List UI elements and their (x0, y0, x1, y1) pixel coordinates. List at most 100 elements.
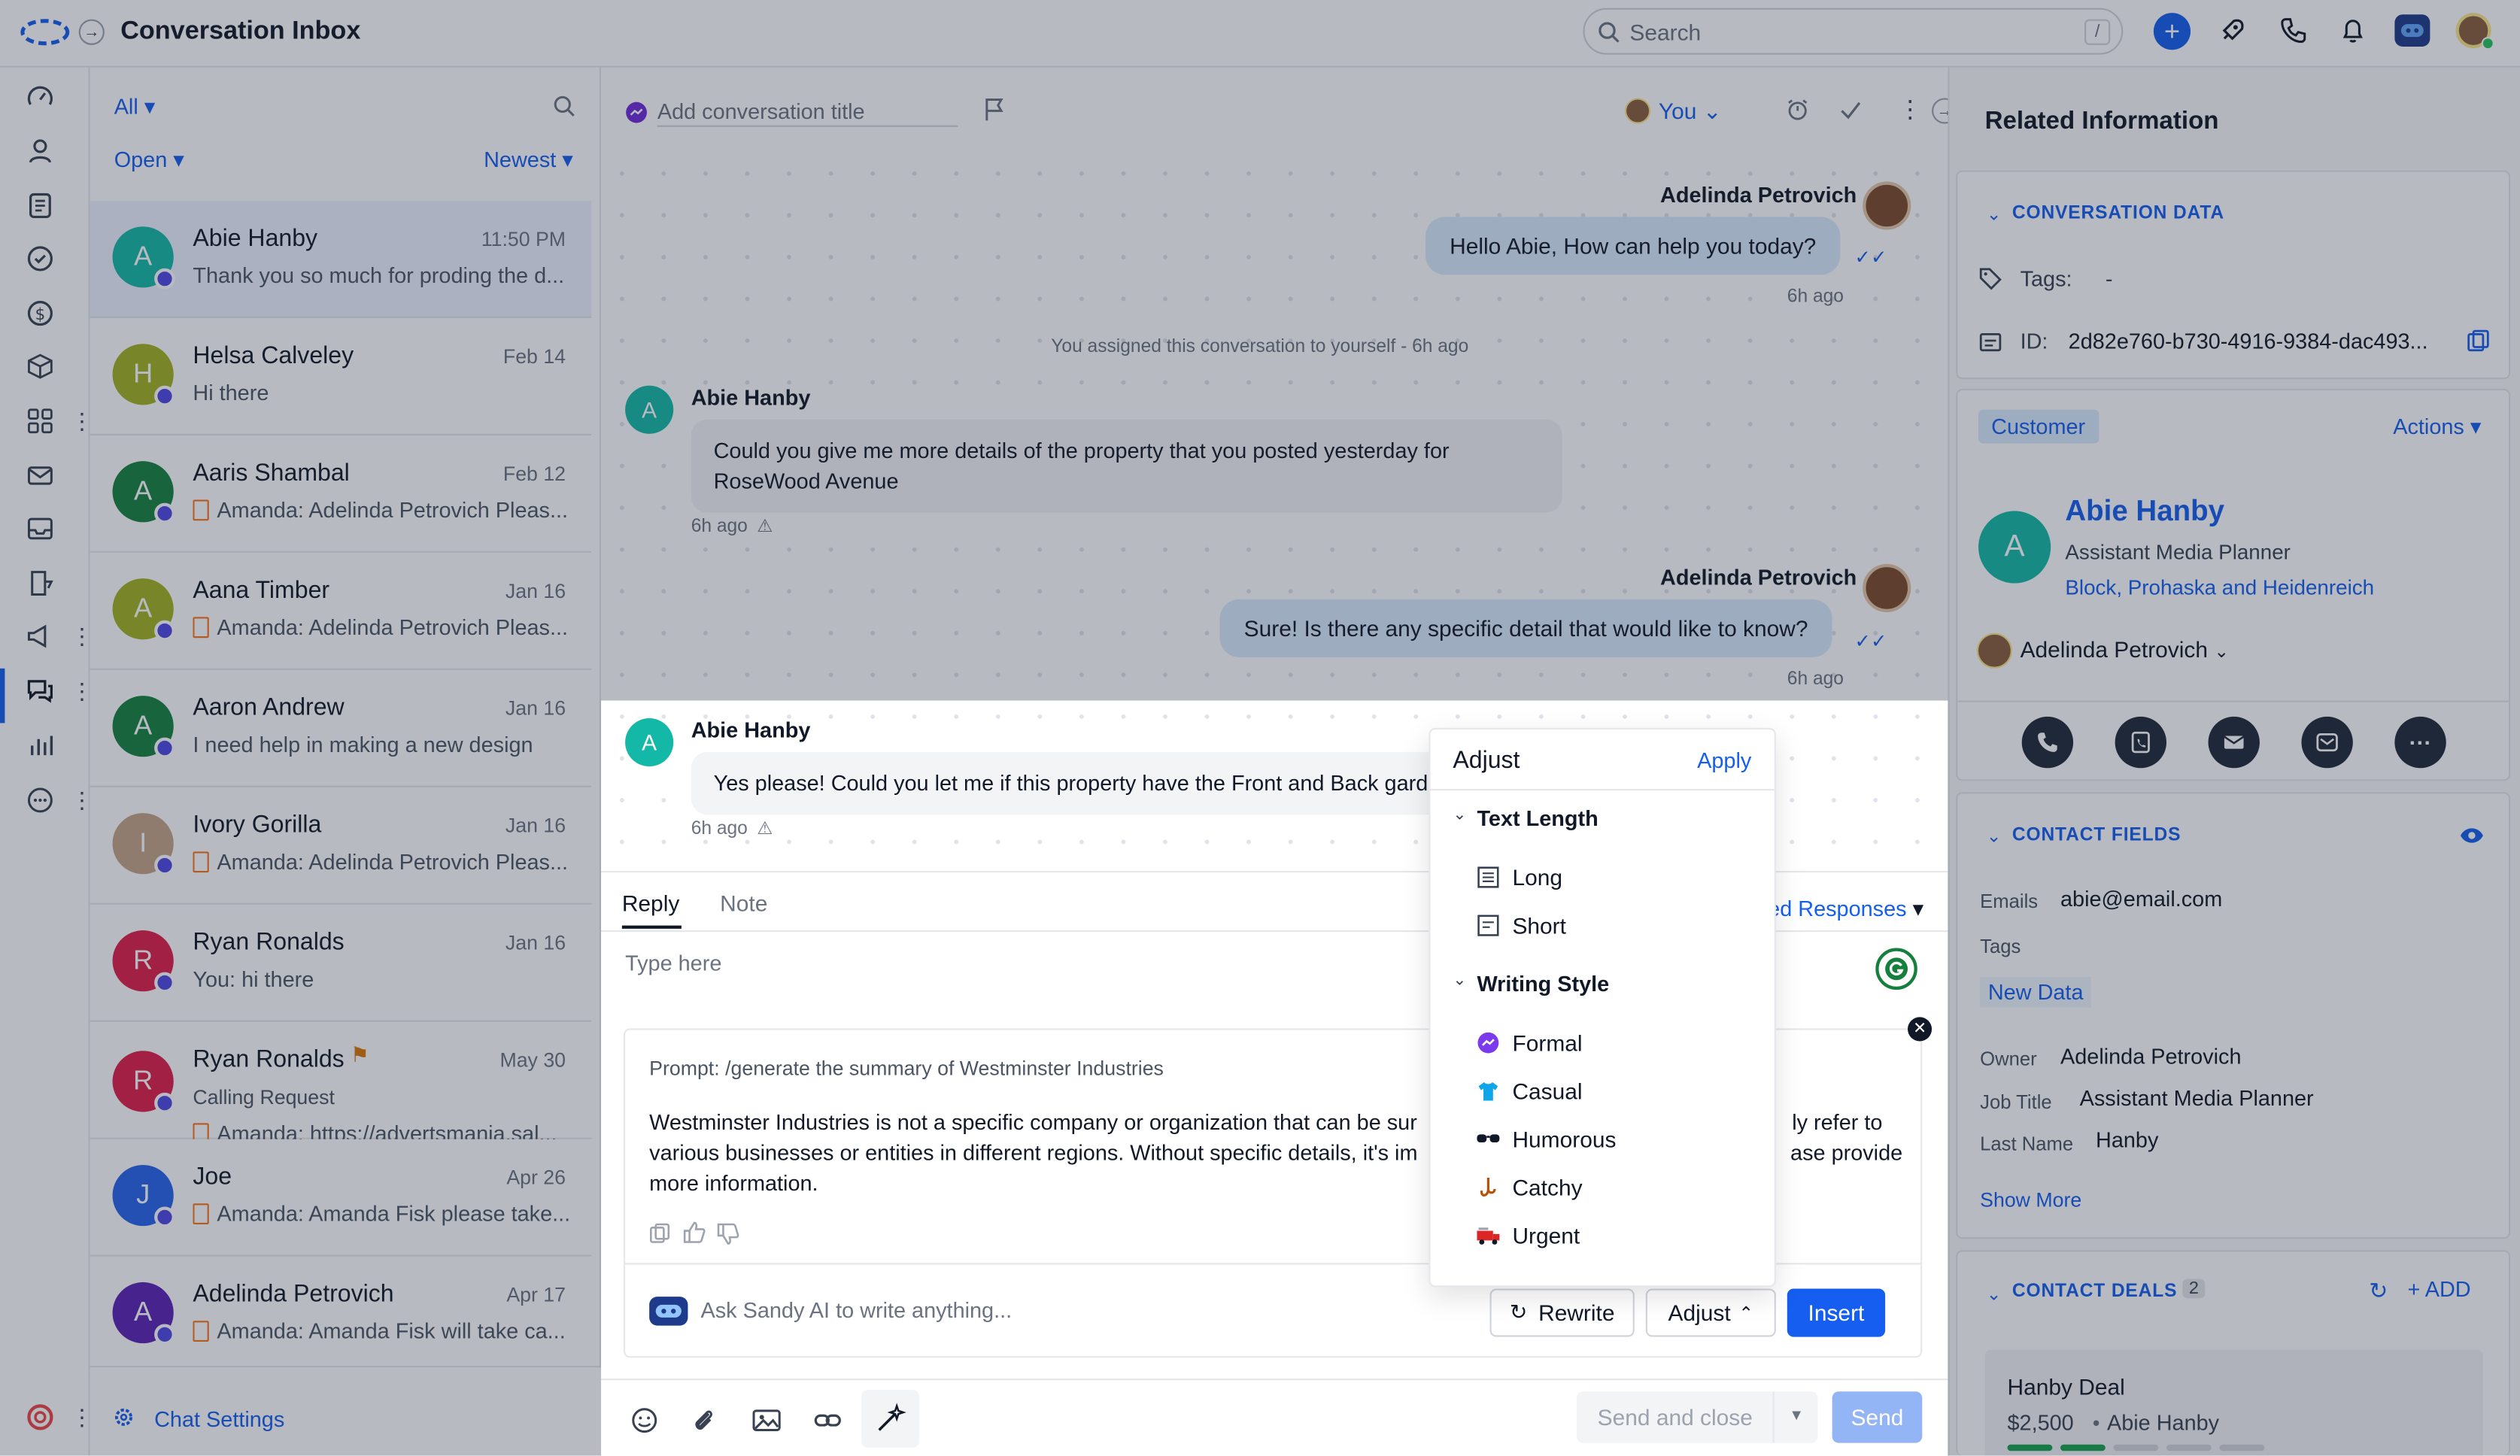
active-tab-underline (621, 925, 682, 929)
expand-arrow-icon[interactable]: → (78, 19, 105, 45)
contact-company[interactable]: Block, Prohaska and Heidenreich (2065, 575, 2374, 599)
rewrite-button[interactable]: ↻ Rewrite (1489, 1288, 1635, 1337)
snooze-icon[interactable] (1786, 98, 1810, 122)
thumbs-up-icon[interactable] (683, 1221, 706, 1244)
help-icon[interactable] (26, 1403, 58, 1435)
phone-icon[interactable] (2279, 16, 2308, 44)
forms-icon[interactable] (26, 569, 58, 601)
app-logo-icon[interactable] (20, 16, 71, 48)
more-actions-icon[interactable]: ··· (2394, 716, 2446, 769)
responses-dropdown[interactable]: ed Responses ▾ (1768, 896, 1923, 922)
show-more-link[interactable]: Show More (1980, 1189, 2081, 1212)
add-deal-button[interactable]: + ADD (2407, 1278, 2470, 1302)
campaigns-icon[interactable] (26, 622, 58, 654)
message-input[interactable]: Type here (625, 951, 721, 975)
conversation-more-icon[interactable]: ⋮ (1898, 95, 1922, 123)
filter-all-dropdown[interactable]: All ▾ (114, 95, 156, 120)
copy-id-icon[interactable] (2467, 329, 2490, 352)
thumbs-down-icon[interactable] (717, 1223, 739, 1245)
dashboard-icon[interactable] (26, 83, 58, 116)
reports-icon[interactable] (26, 731, 58, 763)
send-button[interactable]: Send (1832, 1391, 1923, 1443)
conversation-item[interactable]: A Aaron Andrew Jan 16 I need help in making… (90, 669, 592, 787)
call-icon[interactable] (2021, 716, 2074, 769)
apps-icon[interactable] (26, 407, 58, 439)
collapse-chevron-icon[interactable]: ⌄ (1453, 972, 1466, 990)
adjust-button[interactable]: Adjust ⌃ (1645, 1288, 1776, 1337)
deal-card[interactable]: Hanby Deal $2,500 • Abie Hanby (1984, 1349, 2483, 1456)
grammarly-icon[interactable] (1875, 948, 1917, 990)
add-icon[interactable]: + (2153, 13, 2191, 50)
emoji-icon[interactable] (630, 1406, 659, 1434)
conversation-item[interactable]: A Abie Hanby 11:50 PM Thank you so much for… (90, 201, 592, 319)
mail-icon[interactable] (26, 461, 58, 493)
ai-magic-wand-icon[interactable] (861, 1390, 920, 1448)
refresh-icon[interactable]: ↻ (2369, 1278, 2388, 1305)
chat-settings-bar[interactable]: Chat Settings (90, 1366, 602, 1456)
call-log-icon[interactable] (2115, 716, 2167, 769)
assignee-dropdown[interactable]: You ⌄ (1659, 98, 1722, 125)
conversation-item[interactable]: A Aaris Shambal Feb 12 Amanda: Adelinda Pet… (90, 435, 592, 553)
filter-open-dropdown[interactable]: Open ▾ (114, 148, 184, 174)
conversation-item[interactable]: A Aana Timber Jan 16 Amanda: Adelinda Petro… (90, 552, 592, 670)
conversations-icon[interactable] (26, 676, 58, 708)
option-catchy[interactable]: Catchy (1475, 1175, 1583, 1200)
send-options-chevron-icon[interactable]: ▾ (1792, 1404, 1801, 1425)
owner-dropdown[interactable]: Adelinda Petrovich ⌄ (2021, 636, 2229, 662)
channel-badge-icon (154, 1324, 175, 1345)
collapse-chevron-icon[interactable]: ⌄ (1987, 1284, 2002, 1305)
note-icon (193, 851, 209, 873)
option-short[interactable]: Short (1475, 913, 1566, 939)
conversation-item[interactable]: R Ryan Ronalds Jan 16 You: hi there (90, 904, 592, 1022)
responses-label: ed Responses (1768, 896, 1907, 921)
conversation-title-input[interactable]: Add conversation title (657, 99, 958, 127)
option-humorous[interactable]: Humorous (1475, 1127, 1616, 1152)
tasks-icon[interactable] (26, 244, 58, 277)
apply-button[interactable]: Apply (1697, 749, 1751, 773)
attachment-icon[interactable] (690, 1406, 718, 1434)
close-ai-card-icon[interactable]: ✕ (1908, 1017, 1933, 1042)
bell-icon[interactable] (2339, 16, 2367, 44)
ask-ai-input[interactable]: Ask Sandy AI to write anything... (701, 1298, 1013, 1322)
link-icon[interactable] (813, 1406, 842, 1434)
conversation-item[interactable]: R Ryan Ronalds ⚑ May 30 Calling Request Amand… (90, 1021, 592, 1145)
search-input[interactable]: Search / (1583, 8, 2124, 55)
copy-icon[interactable] (649, 1223, 670, 1244)
notes-icon[interactable] (26, 191, 58, 223)
collapse-chevron-icon[interactable]: ⌄ (1987, 204, 2002, 225)
option-casual[interactable]: Casual (1475, 1078, 1583, 1104)
conversation-item[interactable]: J Joe Apr 26 Amanda: Amanda Fisk please tak… (90, 1139, 592, 1257)
resolve-check-icon[interactable] (1838, 98, 1863, 122)
hook-icon (1475, 1175, 1501, 1200)
inbox-icon[interactable] (26, 514, 58, 547)
option-formal[interactable]: Formal (1475, 1030, 1583, 1056)
eye-icon[interactable] (2459, 826, 2485, 845)
list-search-icon[interactable] (553, 95, 575, 117)
actions-label: Actions (2393, 414, 2464, 439)
actions-dropdown[interactable]: Actions ▾ (2393, 414, 2481, 440)
chat-settings-link: Chat Settings (154, 1407, 285, 1432)
flag-icon[interactable] (984, 96, 1006, 122)
contact-name[interactable]: Abie Hanby (2065, 495, 2224, 529)
conversation-item[interactable]: H Helsa Calveley Feb 14 Hi there (90, 318, 592, 435)
tab-note[interactable]: Note (720, 890, 767, 916)
more-apps-icon[interactable] (26, 786, 58, 818)
collapse-chevron-icon[interactable]: ⌄ (1987, 826, 2002, 847)
contacts-icon[interactable] (26, 137, 58, 169)
message-icon[interactable] (2301, 716, 2353, 769)
insert-button[interactable]: Insert (1787, 1288, 1886, 1337)
option-urgent[interactable]: Urgent (1475, 1223, 1580, 1248)
email-icon[interactable] (2208, 716, 2260, 769)
conversation-item[interactable]: I Ivory Gorilla Jan 16 Amanda: Adelinda Pet… (90, 787, 592, 905)
send-and-close-button[interactable]: Send and close ▾ (1576, 1391, 1818, 1443)
products-icon[interactable] (26, 352, 58, 384)
sort-dropdown[interactable]: Newest ▾ (484, 148, 573, 174)
collapse-chevron-icon[interactable]: ⌄ (1453, 807, 1466, 825)
option-long[interactable]: Long (1475, 864, 1562, 890)
image-icon[interactable] (751, 1406, 783, 1434)
ai-bot-icon[interactable] (2394, 14, 2430, 47)
rocket-icon[interactable] (2218, 16, 2246, 44)
conversation-item[interactable]: A Adelinda Petrovich Apr 17 Amanda: Amanda … (90, 1256, 592, 1374)
tab-reply[interactable]: Reply (622, 890, 679, 916)
deals-icon[interactable]: $ (26, 299, 58, 331)
